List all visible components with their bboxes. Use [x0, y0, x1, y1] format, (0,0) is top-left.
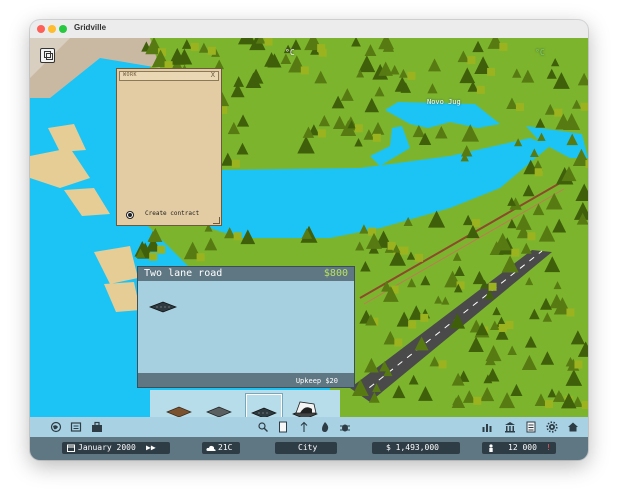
build-item-name: Two lane road: [144, 268, 223, 279]
title-bar: Gridville: [30, 20, 588, 39]
window-title: Gridville: [74, 23, 107, 32]
tool-bar: [30, 417, 588, 437]
bush-icon: [511, 248, 520, 257]
bug-icon[interactable]: [339, 421, 351, 433]
build-item-price: $800: [323, 268, 348, 279]
bush-icon: [231, 159, 240, 168]
bush-icon: [580, 102, 588, 111]
work-panel-close-icon[interactable]: X: [211, 71, 215, 79]
bush-icon: [408, 320, 417, 329]
dirt-road-tile[interactable]: [162, 394, 196, 417]
build-info-footer: Upkeep $20: [138, 373, 354, 387]
bush-icon: [407, 71, 416, 80]
toolbox-icon[interactable]: [91, 421, 103, 433]
current-date: January 2000: [78, 443, 136, 452]
create-contract-label[interactable]: Create contract: [145, 210, 199, 217]
work-panel-header[interactable]: WORK X: [119, 71, 219, 81]
bush-icon: [467, 56, 476, 65]
data-panel-icon[interactable]: [525, 421, 537, 433]
population-display: 12 000 !: [482, 442, 556, 454]
calendar-icon: [67, 444, 75, 452]
bush-icon: [354, 124, 363, 133]
zoom-window-button[interactable]: [59, 25, 67, 33]
population-value: 12 000: [508, 443, 537, 452]
temperature-value: 21C: [218, 443, 233, 452]
road-variant-picker: [150, 390, 340, 417]
bush-icon: [476, 85, 485, 94]
view-mode-label: City: [298, 443, 318, 452]
bush-icon: [581, 400, 588, 409]
game-speed-toggle[interactable]: ▶▶: [146, 443, 156, 452]
bush-icon: [149, 252, 158, 261]
bush-icon: [372, 133, 381, 142]
bush-icon: [233, 232, 242, 241]
alert-indicator[interactable]: !: [546, 443, 551, 452]
bush-icon: [515, 103, 524, 112]
minimize-window-button[interactable]: [48, 25, 56, 33]
tunnel-tile[interactable]: [288, 394, 322, 417]
two-lane-road-tile[interactable]: [246, 394, 282, 417]
bush-icon: [554, 108, 563, 117]
bush-icon: [574, 360, 583, 369]
bush-icon: [566, 308, 575, 317]
fire-icon[interactable]: [319, 421, 331, 433]
globe-icon[interactable]: [50, 421, 62, 433]
bar-chart-icon[interactable]: [481, 421, 493, 433]
gear-icon[interactable]: [546, 421, 558, 433]
close-window-button[interactable]: [37, 25, 45, 33]
build-info-header: Two lane road $800: [138, 267, 354, 281]
bush-icon: [400, 246, 409, 255]
rotate-camera-button[interactable]: [40, 48, 55, 63]
bush-icon: [473, 396, 482, 405]
search-icon[interactable]: [257, 421, 269, 433]
bush-icon: [317, 129, 326, 138]
bush-icon: [317, 44, 326, 53]
arrow-up-icon[interactable]: [298, 421, 310, 433]
bush-icon: [498, 323, 507, 332]
money-value: $ 1,493,000: [386, 443, 439, 452]
top-overlay-label-right: °C: [535, 48, 545, 57]
bush-icon: [414, 253, 423, 262]
bush-icon: [157, 245, 166, 254]
work-panel-title: WORK: [123, 72, 138, 78]
weather-display: 21C: [202, 442, 240, 454]
bush-icon: [499, 42, 508, 51]
bush-icon: [438, 360, 447, 369]
create-contract-radio[interactable]: [126, 211, 134, 219]
bush-icon: [300, 66, 309, 75]
bush-icon: [196, 253, 205, 262]
resize-grip-icon[interactable]: [213, 217, 220, 224]
newspaper-icon[interactable]: [70, 421, 82, 433]
money-display: $ 1,493,000: [372, 442, 460, 454]
bush-icon: [394, 338, 403, 347]
date-display[interactable]: January 2000 ▶▶: [62, 442, 170, 454]
person-icon: [489, 444, 493, 452]
bush-icon: [527, 232, 536, 241]
home-icon[interactable]: [567, 421, 579, 433]
bush-icon: [544, 400, 553, 409]
status-bar: January 2000 ▶▶ 21C City $ 1,493,000 12 …: [30, 437, 588, 460]
one-lane-road-tile[interactable]: [202, 394, 236, 417]
bush-icon: [488, 282, 497, 291]
bush-icon: [534, 168, 543, 177]
build-info-panel: Two lane road $800 Upkeep $20: [137, 266, 355, 388]
view-mode-display[interactable]: City: [275, 442, 337, 454]
work-panel: WORK X Create contract: [116, 68, 222, 226]
cloud-icon: [206, 445, 216, 451]
road-preview-icon: [149, 301, 177, 313]
game-map[interactable]: °C °C Novo Jug WORK X Create contract Tw…: [30, 38, 588, 417]
bush-icon: [585, 160, 588, 169]
bush-icon: [207, 46, 216, 55]
build-item-upkeep: Upkeep $20: [295, 377, 338, 385]
bush-icon: [264, 38, 273, 46]
bush-icon: [190, 42, 199, 51]
bank-icon[interactable]: [504, 421, 516, 433]
bush-icon: [420, 313, 429, 322]
bush-icon: [487, 67, 496, 76]
game-window: Gridville °C °C Novo Jug WORK X Create c…: [30, 20, 588, 460]
top-overlay-label: °C: [285, 48, 295, 57]
lake-label: Novo Jug: [427, 98, 461, 106]
book-icon[interactable]: [277, 421, 289, 433]
